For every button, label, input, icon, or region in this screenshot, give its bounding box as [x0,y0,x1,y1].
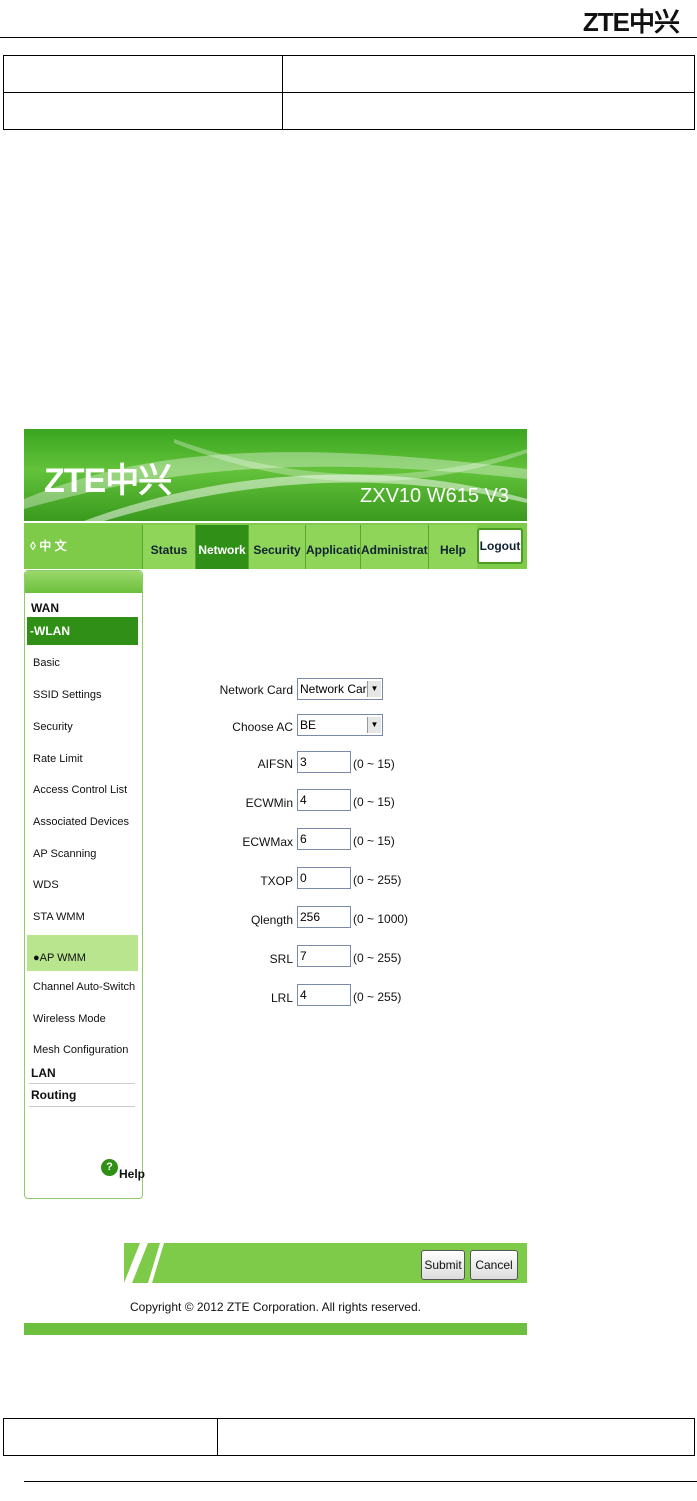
model-name: ZXV10 W615 V3 [360,485,509,507]
txop-input[interactable]: 0 [297,867,351,889]
sidebar-item-rate-limit[interactable]: Rate Limit [33,753,83,765]
table-cell [282,92,695,130]
page-header-rule [0,37,697,38]
help-icon[interactable]: ? [101,1159,118,1176]
choose-ac-label: Choose AC [232,720,293,734]
lrl-range: (0 ~ 255) [353,990,402,1004]
divider [29,1083,135,1084]
lrl-input[interactable]: 4 [297,984,351,1006]
ecwmax-input[interactable]: 6 [297,828,351,850]
router-screenshot: ZTE中兴 ZXV10 W615 V3 ◊ 中 文 Status Network… [24,429,527,1335]
sidebar-item-channel-auto-switch[interactable]: Channel Auto-Switch [33,981,135,993]
table-cell [282,55,695,93]
choose-ac-select[interactable]: BE ▼ [297,714,383,736]
sidebar-item-access-control-list[interactable]: Access Control List [33,784,127,796]
tab-administration[interactable]: Administration [360,525,446,569]
ecwmax-label: ECWMax [242,835,293,849]
divider [29,1106,135,1107]
action-bar [124,1243,527,1283]
srl-input[interactable]: 7 [297,945,351,967]
network-card-label: Network Card [219,683,293,697]
txop-label: TXOP [260,874,293,888]
table-cell [3,55,283,93]
tab-help[interactable]: Help [428,525,477,569]
sidebar: WAN -WLAN Basic SSID Settings Security R… [24,570,145,1199]
chevron-down-icon: ▼ [367,681,381,697]
sidebar-item-ap-wmm[interactable]: ●AP WMM [33,952,86,964]
srl-range: (0 ~ 255) [353,951,402,965]
sidebar-item-routing[interactable]: Routing [31,1088,76,1102]
submit-button[interactable]: Submit [421,1250,465,1280]
sidebar-item-basic[interactable]: Basic [33,657,60,669]
sidebar-item-mesh-configuration[interactable]: Mesh Configuration [33,1044,128,1056]
qlength-range: (0 ~ 1000) [353,912,409,926]
sidebar-item-security[interactable]: Security [33,721,73,733]
sidebar-item-wan[interactable]: WAN [31,601,59,615]
table-cell [3,92,283,130]
aifsn-label: AIFSN [257,757,293,771]
tab-security[interactable]: Security [248,525,305,569]
help-link[interactable]: Help [119,1167,145,1181]
doc-table-bottom [3,1418,695,1456]
network-card-select[interactable]: Network Card1 ▼ [297,678,383,700]
txop-range: (0 ~ 255) [353,873,402,887]
tab-status[interactable]: Status [142,525,195,569]
chevron-down-icon: ▼ [367,717,381,733]
logout-button[interactable]: Logout [477,528,523,564]
sidebar-item-wds[interactable]: WDS [33,879,59,891]
page-footer-rule [24,1481,697,1482]
qlength-label: Qlength [250,913,293,927]
cancel-button[interactable]: Cancel [470,1250,518,1280]
copyright-text: Copyright © 2012 ZTE Corporation. All ri… [130,1300,421,1314]
sidebar-item-sta-wmm[interactable]: STA WMM [33,911,85,923]
language-icon: ◊ [30,539,40,553]
ecwmax-range: (0 ~ 15) [353,834,395,848]
aifsn-range: (0 ~ 15) [353,757,395,771]
zte-logo: ZTE中兴 [44,462,172,500]
banner: ZTE中兴 ZXV10 W615 V3 [24,429,527,521]
sidebar-item-ssid-settings[interactable]: SSID Settings [33,689,101,701]
tab-application[interactable]: Application [305,525,371,569]
sidebar-item-wlan[interactable]: -WLAN [27,617,138,645]
srl-label: SRL [269,952,293,966]
table-cell [3,1418,218,1456]
ecwmin-label: ECWMin [245,796,293,810]
sidebar-item-associated-devices[interactable]: Associated Devices [33,816,129,828]
ecwmin-input[interactable]: 4 [297,789,351,811]
sidebar-item-wireless-mode[interactable]: Wireless Mode [33,1013,106,1025]
lrl-label: LRL [270,991,293,1005]
ecwmin-range: (0 ~ 15) [353,795,395,809]
action-bar-slash [124,1243,164,1283]
page-logo: ZTE中兴 [582,7,680,37]
footer-bar [24,1323,527,1335]
tab-network[interactable]: Network [195,525,248,569]
table-cell [217,1418,695,1456]
sidebar-item-ap-scanning[interactable]: AP Scanning [33,848,96,860]
sidebar-header [25,571,142,593]
qlength-input[interactable]: 256 [297,906,351,928]
sidebar-item-lan[interactable]: LAN [31,1066,56,1080]
doc-table-top [3,55,695,130]
top-navbar: ◊ 中 文 Status Network Security Applicatio… [24,523,527,569]
language-link[interactable]: ◊ 中 文 [30,537,67,554]
aifsn-input[interactable]: 3 [297,751,351,773]
